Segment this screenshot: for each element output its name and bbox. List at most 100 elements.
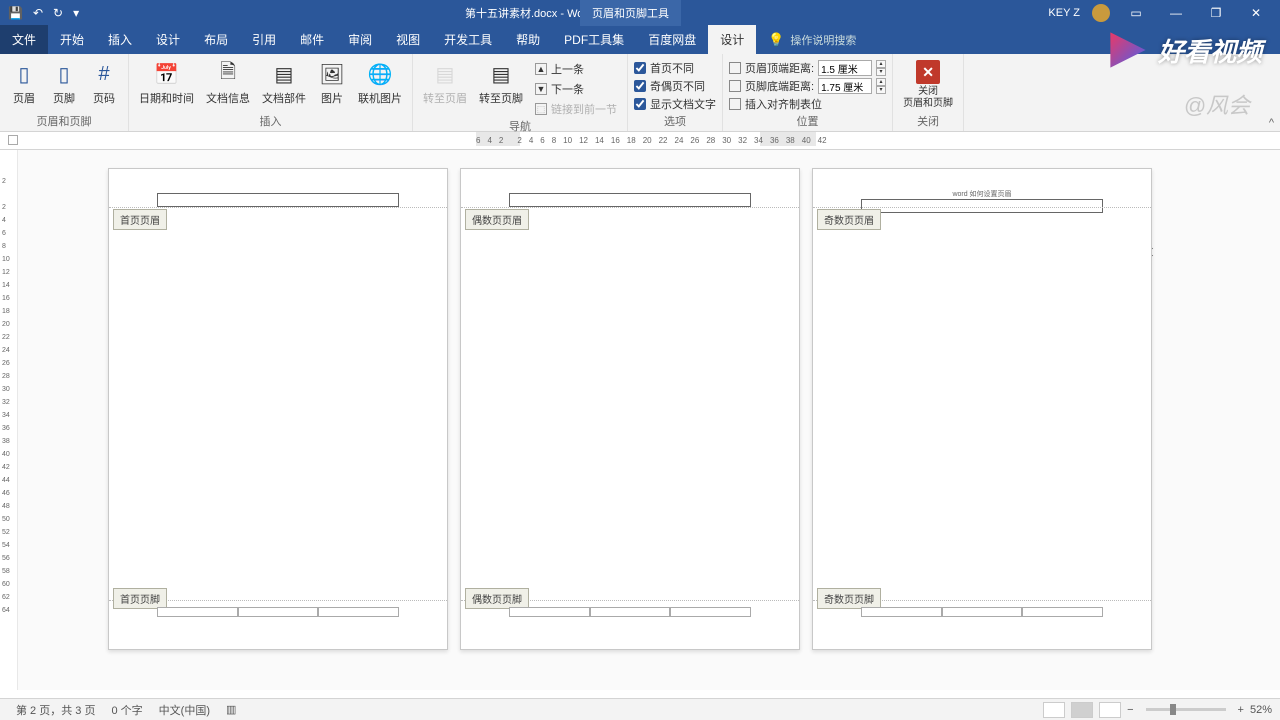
next-section-button[interactable]: ▼下一条	[531, 80, 621, 98]
quick-parts-button[interactable]: ▤文档部件	[258, 58, 310, 108]
zoom-slider[interactable]	[1146, 708, 1226, 711]
spinner-down-icon[interactable]: ▾	[876, 68, 886, 76]
window-title: 第十五讲素材.docx - Word	[465, 5, 593, 21]
goto-footer-button[interactable]: ▤转至页脚	[475, 58, 527, 118]
print-layout-button[interactable]	[1071, 702, 1093, 718]
header-from-top-input[interactable]	[818, 60, 872, 76]
page-number-button[interactable]: #页码	[86, 58, 122, 108]
tab-file[interactable]: 文件	[0, 25, 48, 54]
header-area[interactable]	[509, 193, 751, 207]
page-3[interactable]: word 如何设置页眉 奇数页页眉 奇数页页脚	[812, 168, 1152, 650]
picture-icon: 🖼	[318, 60, 346, 88]
tab-baidu-netdisk[interactable]: 百度网盘	[636, 25, 708, 54]
tab-developer[interactable]: 开发工具	[432, 25, 504, 54]
ribbon-options-icon[interactable]: ▭	[1122, 6, 1150, 20]
user-name[interactable]: KEY Z	[1048, 7, 1080, 19]
undo-icon[interactable]: ↶	[33, 6, 43, 20]
footer-area[interactable]	[861, 607, 1103, 617]
qat-more-icon[interactable]: ▾	[73, 6, 79, 20]
header-area[interactable]	[861, 199, 1103, 213]
zoom-level[interactable]: 52%	[1250, 704, 1272, 716]
tab-pdf-tools[interactable]: PDF工具集	[552, 25, 636, 54]
spinner-down-icon[interactable]: ▾	[876, 86, 886, 94]
spinner-up-icon[interactable]: ▴	[876, 78, 886, 86]
close-header-footer-button[interactable]: ✕ 关闭页眉和页脚	[899, 58, 957, 112]
header-dist-icon	[729, 62, 741, 74]
collapse-ribbon-icon[interactable]: ^	[1269, 117, 1274, 129]
user-avatar-icon[interactable]	[1092, 4, 1110, 22]
word-count[interactable]: 0 个字	[103, 702, 150, 718]
tab-home[interactable]: 开始	[48, 25, 96, 54]
page-1[interactable]: 首页页眉 首页页脚	[108, 168, 448, 650]
page-2[interactable]: 偶数页页眉 偶数页页脚	[460, 168, 800, 650]
footer-dist-icon	[729, 80, 741, 92]
tab-review[interactable]: 审阅	[336, 25, 384, 54]
header-from-top-row: 页眉顶端距离: ▴▾	[729, 60, 886, 76]
different-odd-even-checkbox[interactable]: 奇偶页不同	[634, 78, 716, 94]
group-label: 位置	[729, 113, 886, 131]
odd-page-footer-tag: 奇数页页脚	[817, 588, 881, 609]
group-insert: 📅日期和时间 🗎文档信息 ▤文档部件 🖼图片 🌐联机图片 插入	[129, 54, 413, 131]
previous-section-button[interactable]: ▲上一条	[531, 60, 621, 78]
footer-from-bottom-input[interactable]	[818, 78, 872, 94]
save-icon[interactable]: 💾	[8, 6, 23, 20]
up-arrow-icon: ▲	[535, 63, 547, 75]
picture-button[interactable]: 🖼图片	[314, 58, 350, 108]
status-bar: 第 2 页，共 3 页 0 个字 中文(中国) ▥ − + 52%	[0, 698, 1280, 720]
doc-info-button[interactable]: 🗎文档信息	[202, 58, 254, 108]
redo-icon[interactable]: ↻	[53, 6, 63, 20]
macro-indicator-icon[interactable]: ▥	[218, 703, 244, 716]
online-picture-icon: 🌐	[366, 60, 394, 88]
footer-area[interactable]	[157, 607, 399, 617]
tab-design[interactable]: 设计	[144, 25, 192, 54]
horizontal-ruler[interactable]: 6422468101214161820222426283032343638404…	[0, 132, 1280, 150]
maximize-button[interactable]: ❐	[1202, 6, 1230, 20]
tab-layout[interactable]: 布局	[192, 25, 240, 54]
tell-me-placeholder: 操作说明搜索	[790, 32, 856, 48]
titlebar-right: KEY Z ▭ — ❐ ✕	[1048, 4, 1280, 22]
zoom-slider-thumb[interactable]	[1170, 704, 1176, 715]
minimize-button[interactable]: —	[1162, 6, 1190, 20]
ribbon: ▯页眉 ▯页脚 #页码 页眉和页脚 📅日期和时间 🗎文档信息 ▤文档部件 🖼图片…	[0, 54, 1280, 132]
goto-header-button: ▤转至页眉	[419, 58, 471, 118]
group-navigation: ▤转至页眉 ▤转至页脚 ▲上一条 ▼下一条 ⬚链接到前一节 导航	[413, 54, 628, 131]
online-picture-button[interactable]: 🌐联机图片	[354, 58, 406, 108]
web-layout-button[interactable]	[1099, 702, 1121, 718]
tab-help[interactable]: 帮助	[504, 25, 552, 54]
quick-parts-icon: ▤	[270, 60, 298, 88]
close-window-button[interactable]: ✕	[1242, 6, 1270, 20]
group-close: ✕ 关闭页眉和页脚 关闭	[893, 54, 964, 131]
page-indicator[interactable]: 第 2 页，共 3 页	[8, 702, 103, 718]
zoom-out-button[interactable]: −	[1127, 704, 1133, 716]
vertical-ruler[interactable]: 2246810121416182022242628303234363840424…	[0, 150, 18, 690]
language-indicator[interactable]: 中文(中国)	[151, 702, 218, 718]
tab-header-footer-design[interactable]: 设计	[708, 25, 756, 54]
show-document-text-checkbox[interactable]: 显示文档文字	[634, 96, 716, 112]
goto-header-icon: ▤	[431, 60, 459, 88]
quick-access-toolbar: 💾 ↶ ↻ ▾	[0, 6, 79, 20]
insert-alignment-tab-button[interactable]: 插入对齐制表位	[729, 96, 886, 112]
footer-button[interactable]: ▯页脚	[46, 58, 82, 108]
tell-me-search[interactable]: 💡 操作说明搜索	[756, 26, 868, 54]
down-arrow-icon: ▼	[535, 83, 547, 95]
title-bar: 💾 ↶ ↻ ▾ 第十五讲素材.docx - Word 页眉和页脚工具 KEY Z…	[0, 0, 1280, 26]
footer-area[interactable]	[509, 607, 751, 617]
calendar-icon: 📅	[153, 60, 181, 88]
tab-mailings[interactable]: 邮件	[288, 25, 336, 54]
tab-insert[interactable]: 插入	[96, 25, 144, 54]
doc-info-icon: 🗎	[214, 60, 242, 88]
header-area[interactable]	[157, 193, 399, 207]
first-page-header-tag: 首页页眉	[113, 209, 167, 230]
zoom-in-button[interactable]: +	[1238, 704, 1244, 716]
tab-selector-icon[interactable]	[8, 135, 18, 145]
read-mode-button[interactable]	[1043, 702, 1065, 718]
tab-view[interactable]: 视图	[384, 25, 432, 54]
date-time-button[interactable]: 📅日期和时间	[135, 58, 198, 108]
odd-page-header-tag: 奇数页页眉	[817, 209, 881, 230]
spinner-up-icon[interactable]: ▴	[876, 60, 886, 68]
header-button[interactable]: ▯页眉	[6, 58, 42, 108]
close-icon: ✕	[916, 60, 940, 84]
different-first-page-checkbox[interactable]: 首页不同	[634, 60, 716, 76]
document-workspace: 2246810121416182022242628303234363840424…	[0, 150, 1280, 690]
tab-references[interactable]: 引用	[240, 25, 288, 54]
